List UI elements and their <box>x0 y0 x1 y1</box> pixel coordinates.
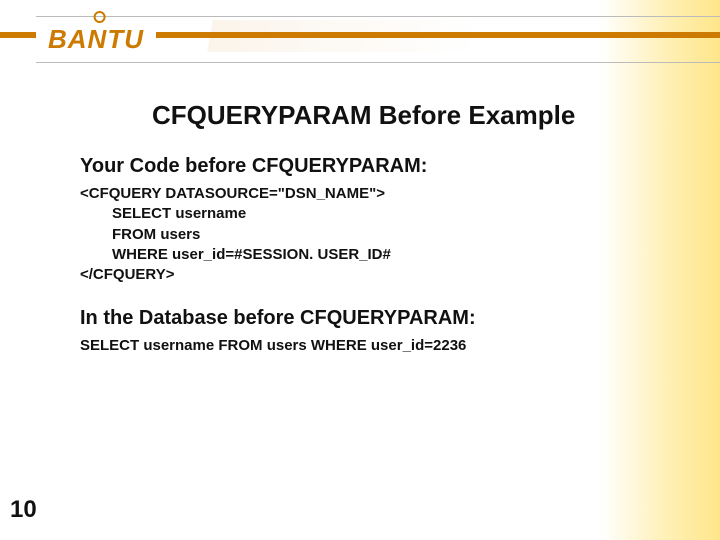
code-line: SELECT username <box>80 204 246 224</box>
slide-title: CFQUERYPARAM Before Example <box>152 100 640 131</box>
header-line-top <box>36 16 720 17</box>
section2-heading: In the Database before CFQUERYPARAM: <box>80 307 640 330</box>
code-line: FROM users <box>80 225 200 245</box>
code-line: WHERE user_id=#SESSION. USER_ID# <box>80 245 391 265</box>
logo-fade <box>207 20 483 52</box>
logo-text: BANTU <box>48 24 144 55</box>
slide-content: CFQUERYPARAM Before Example Your Code be… <box>80 100 640 379</box>
logo-accent-icon <box>94 11 106 23</box>
section1-heading: Your Code before CFQUERYPARAM: <box>80 155 640 178</box>
code-block-2: SELECT username FROM users WHERE user_id… <box>80 336 640 356</box>
code-line: </CFQUERY> <box>80 266 174 283</box>
db-line: SELECT username FROM users WHERE user_id… <box>80 337 466 354</box>
page-number: 10 <box>10 496 37 524</box>
code-block-1: <CFQUERY DATASOURCE="DSN_NAME"> SELECT u… <box>80 184 640 285</box>
header-line-bottom <box>36 62 720 63</box>
header: BANTU <box>0 12 720 64</box>
code-line: <CFQUERY DATASOURCE="DSN_NAME"> <box>80 185 385 202</box>
logo: BANTU <box>36 20 156 59</box>
